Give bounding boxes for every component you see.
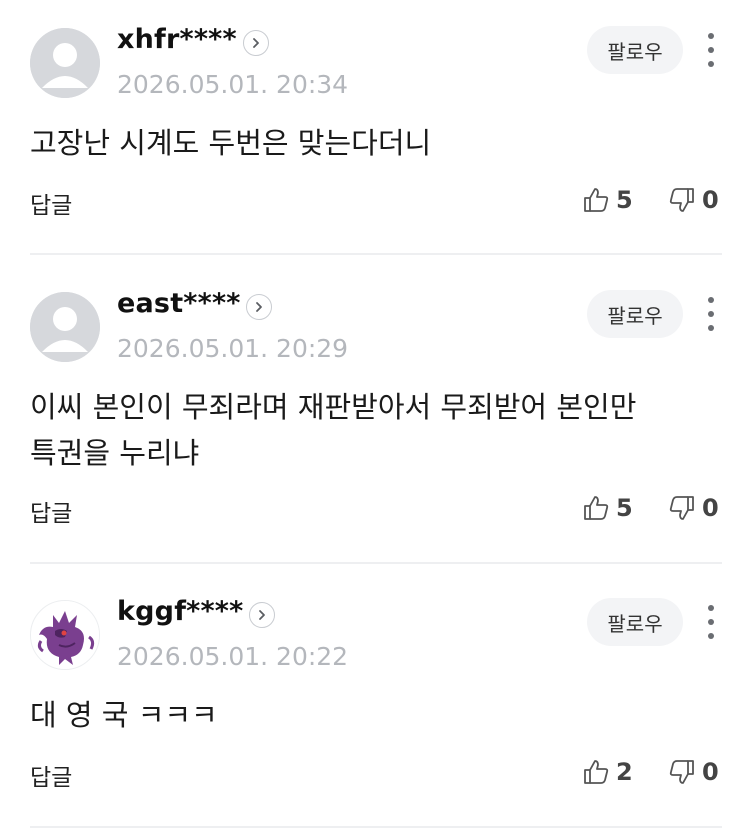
divider xyxy=(30,562,722,564)
follow-button[interactable]: 팔로우 xyxy=(587,290,683,338)
comment-text: 고장난 시계도 두번은 맞는다더니 xyxy=(30,126,432,160)
username[interactable]: kggf**** xyxy=(117,596,243,627)
reply-button[interactable]: 답글 xyxy=(30,494,72,528)
dislike-button[interactable]: 0 xyxy=(668,758,719,786)
user-avatar[interactable] xyxy=(30,600,100,670)
comment-item: kggf**** 2026.05.01. 20:22 팔로우 대 영 국 ㅋㅋㅋ… xyxy=(0,572,750,827)
dislike-count: 0 xyxy=(702,494,719,522)
dislike-count: 0 xyxy=(702,186,719,214)
dislike-count: 0 xyxy=(702,758,719,786)
like-count: 5 xyxy=(616,186,633,214)
comment-timestamp: 2026.05.01. 20:29 xyxy=(117,334,349,363)
comment-item: xhfr**** 2026.05.01. 20:34 팔로우 고장난 시계도 두… xyxy=(0,0,750,255)
default-user-avatar-icon xyxy=(30,292,100,362)
like-count: 2 xyxy=(616,758,633,786)
thumbs-up-icon xyxy=(584,496,609,520)
comment-text: 이씨 본인이 무죄라며 재판받아서 무죄받어 본인만 특권을 누리냐 xyxy=(30,390,637,470)
like-button[interactable]: 5 xyxy=(582,186,633,214)
thumbs-down-icon xyxy=(669,188,694,212)
like-count: 5 xyxy=(616,494,633,522)
more-options-icon[interactable] xyxy=(700,30,722,70)
thumbs-down-icon xyxy=(669,496,694,520)
profile-chevron-icon[interactable] xyxy=(243,30,269,56)
dislike-button[interactable]: 0 xyxy=(668,494,719,522)
more-options-icon[interactable] xyxy=(700,602,722,642)
comment-item: east**** 2026.05.01. 20:29 팔로우 이씨 본인이 무죄… xyxy=(0,264,750,564)
user-avatar[interactable] xyxy=(30,292,100,362)
divider xyxy=(30,253,722,255)
reply-button[interactable]: 답글 xyxy=(30,186,72,220)
follow-button[interactable]: 팔로우 xyxy=(587,598,683,646)
dislike-button[interactable]: 0 xyxy=(668,186,719,214)
default-user-avatar-icon xyxy=(30,28,100,98)
divider xyxy=(30,826,722,828)
like-button[interactable]: 2 xyxy=(582,758,633,786)
thumbs-up-icon xyxy=(584,760,609,784)
username[interactable]: east**** xyxy=(117,288,241,319)
like-button[interactable]: 5 xyxy=(582,494,633,522)
comment-text: 대 영 국 ㅋㅋㅋ xyxy=(30,698,218,732)
username[interactable]: xhfr**** xyxy=(117,24,237,55)
user-avatar[interactable] xyxy=(30,28,100,98)
thumbs-up-icon xyxy=(584,188,609,212)
comment-timestamp: 2026.05.01. 20:22 xyxy=(117,642,349,671)
follow-button[interactable]: 팔로우 xyxy=(587,26,683,74)
more-options-icon[interactable] xyxy=(700,294,722,334)
profile-chevron-icon[interactable] xyxy=(249,602,275,628)
comment-timestamp: 2026.05.01. 20:34 xyxy=(117,70,349,99)
purple-monster-avatar-icon xyxy=(31,601,99,669)
thumbs-down-icon xyxy=(669,760,694,784)
profile-chevron-icon[interactable] xyxy=(246,294,272,320)
reply-button[interactable]: 답글 xyxy=(30,758,72,792)
